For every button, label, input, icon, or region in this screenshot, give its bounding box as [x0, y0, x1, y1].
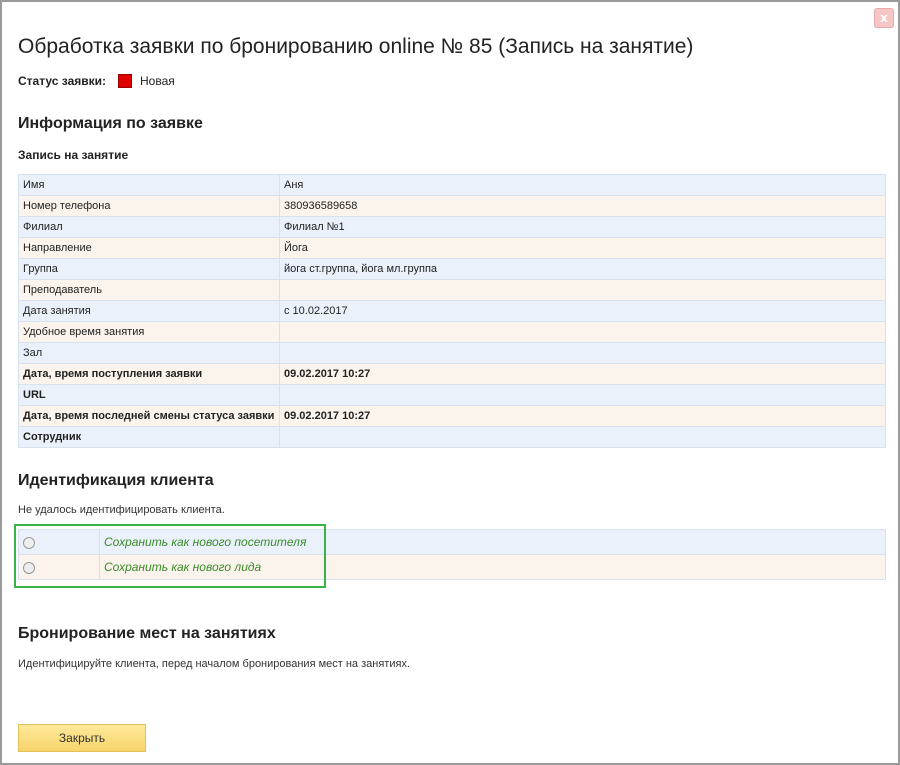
close-button[interactable]: Закрыть: [18, 724, 146, 752]
identification-note: Не удалось идентифицировать клиента.: [18, 504, 225, 516]
table-row: Направление Йога: [18, 237, 886, 259]
row-value: Аня: [279, 174, 886, 196]
close-icon[interactable]: x: [874, 8, 894, 28]
row-value: 380936589658: [279, 195, 886, 217]
row-key: Удобное время занятия: [18, 321, 280, 343]
row-key: Филиал: [18, 216, 280, 238]
status-value: Новая: [140, 74, 175, 88]
row-value: Йога: [279, 237, 886, 259]
row-value: [279, 279, 886, 301]
booking-heading: Бронирование мест на занятиях: [18, 625, 276, 642]
row-key: Номер телефона: [18, 195, 280, 217]
table-row: Зал: [18, 342, 886, 364]
table-row: Имя Аня: [18, 174, 886, 196]
status-color-square: [118, 74, 133, 88]
row-value: с 10.02.2017: [279, 300, 886, 322]
row-key: Дата, время поступления заявки: [18, 363, 280, 385]
row-value: [279, 342, 886, 364]
row-value: 09.02.2017 10:27: [279, 405, 886, 427]
row-key: Группа: [18, 258, 280, 280]
request-status: Статус заявки: Новая: [18, 74, 175, 88]
identification-heading: Идентификация клиента: [18, 472, 214, 489]
status-label: Статус заявки:: [18, 74, 107, 88]
table-row: Преподаватель: [18, 279, 886, 301]
table-row: Дата, время поступления заявки 09.02.2017…: [18, 363, 886, 385]
table-row: Филиал Филиал №1: [18, 216, 886, 238]
row-key: Преподаватель: [18, 279, 280, 301]
table-row: Группа йога ст.группа, йога мл.группа: [18, 258, 886, 280]
row-value: [279, 426, 886, 448]
info-subheading: Запись на занятие: [18, 148, 129, 162]
table-row: Дата, время последней смены статуса заяв…: [18, 405, 886, 427]
table-row: Дата занятия с 10.02.2017: [18, 300, 886, 322]
row-key: Зал: [18, 342, 280, 364]
row-key: Направление: [18, 237, 280, 259]
row-value: [279, 321, 886, 343]
row-key: Имя: [18, 174, 280, 196]
row-value: Филиал №1: [279, 216, 886, 238]
table-row: URL: [18, 384, 886, 406]
booking-note: Идентифицируйте клиента, перед началом б…: [18, 658, 410, 670]
table-row: Удобное время занятия: [18, 321, 886, 343]
row-key: Дата занятия: [18, 300, 280, 322]
row-key: Дата, время последней смены статуса заяв…: [18, 405, 280, 427]
table-row: Сотрудник: [18, 426, 886, 448]
row-key: URL: [18, 384, 280, 406]
row-key: Сотрудник: [18, 426, 280, 448]
dialog-title: Обработка заявки по бронированию online …: [18, 35, 694, 58]
info-heading: Информация по заявке: [18, 115, 203, 132]
table-row: Номер телефона 380936589658: [18, 195, 886, 217]
booking-dialog: x Обработка заявки по бронированию onlin…: [0, 0, 900, 765]
row-value: йога ст.группа, йога мл.группа: [279, 258, 886, 280]
options-highlight-box: [14, 524, 326, 588]
row-value: 09.02.2017 10:27: [279, 363, 886, 385]
info-table: Имя Аня Номер телефона 380936589658 Филиал Фи…: [18, 174, 886, 448]
row-value: [279, 384, 886, 406]
